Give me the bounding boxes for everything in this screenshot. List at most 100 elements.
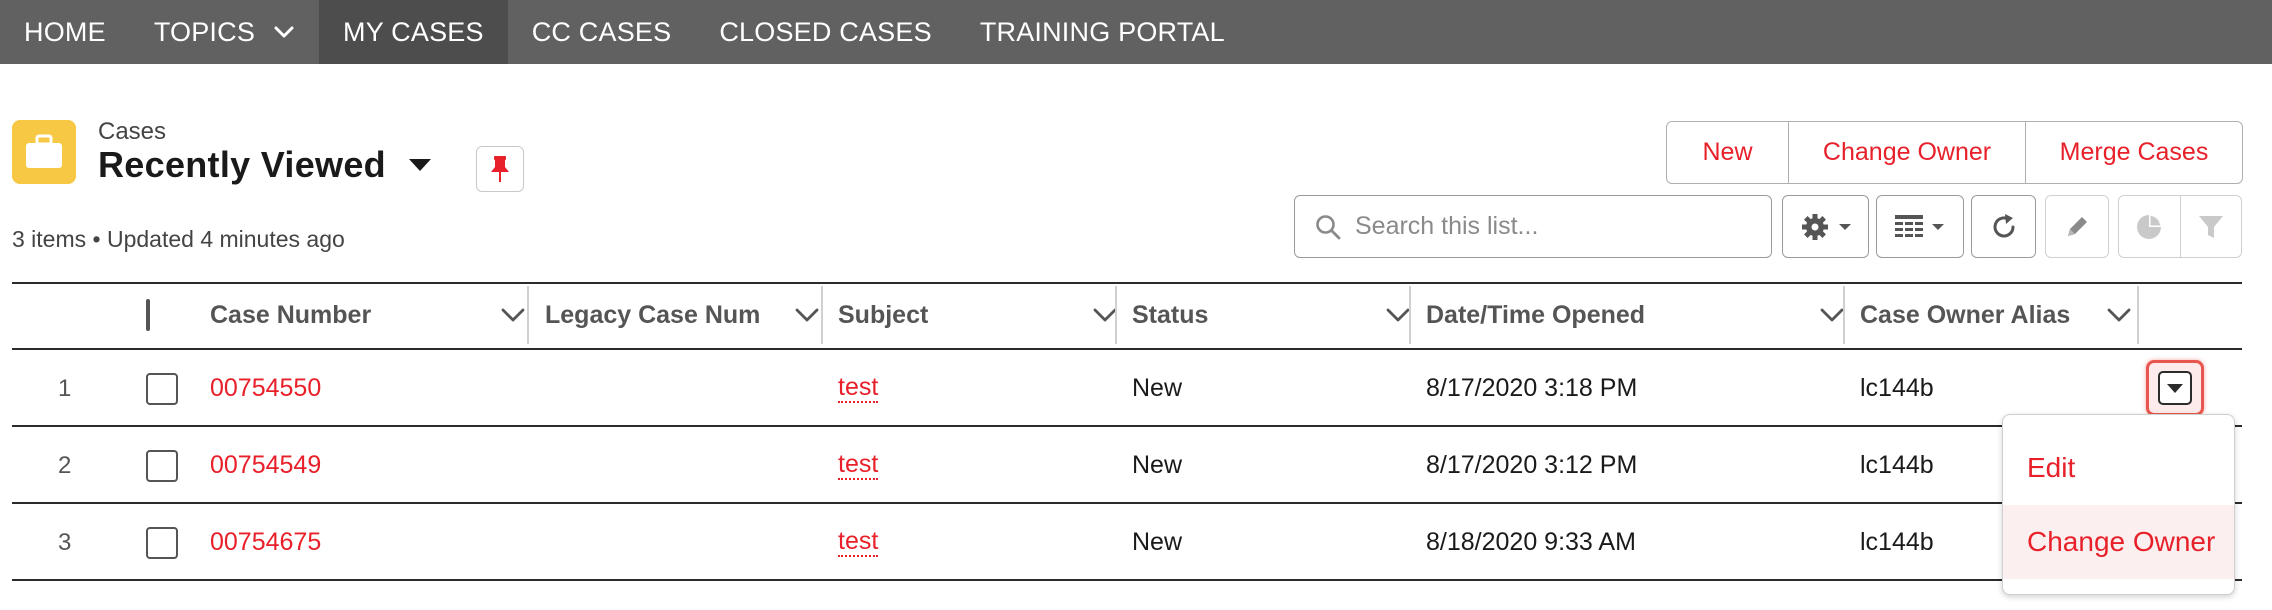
row-checkbox[interactable] [146,372,178,405]
list-meta: 3 items • Updated 4 minutes ago [12,226,345,252]
table-display-icon [1895,214,1923,237]
chevron-down-icon[interactable] [794,304,820,326]
refresh-icon [1993,213,2014,237]
row-number: 1 [58,374,72,402]
list-settings-button[interactable] [1782,195,1869,258]
col-header-date-opened-label: Date/Time Opened [1426,300,1646,329]
list-view-selector[interactable]: Recently Viewed [98,144,432,186]
nav-my-cases-label: MY CASES [343,16,484,47]
column-divider[interactable] [1115,286,1117,344]
case-number-link[interactable]: 00754675 [210,504,321,581]
chevron-down-icon [274,26,294,38]
pin-list-button[interactable] [476,146,524,192]
show-chart-button[interactable] [2119,196,2181,257]
column-divider[interactable] [1409,286,1411,344]
search-input[interactable] [1355,212,1755,241]
column-divider[interactable] [821,286,823,344]
chevron-down-icon[interactable] [500,304,526,326]
col-header-date-opened[interactable]: Date/Time Opened [1426,282,1859,348]
case-number-link[interactable]: 00754550 [210,350,321,427]
refresh-button[interactable] [1971,195,2036,258]
nav-cc-cases-label: CC CASES [531,16,672,47]
caret-down-icon [1932,223,1944,230]
subject-cell: test [838,504,879,581]
date-opened-value: 8/17/2020 3:12 PM [1426,451,1638,479]
chevron-down-icon[interactable] [2106,304,2132,326]
top-nav: HOME TOPICS MY CASES CC CASES CLOSED CAS… [0,0,2272,64]
nav-closed-cases[interactable]: CLOSED CASES [695,0,955,64]
pin-icon [491,156,509,182]
col-header-legacy-case-num[interactable]: Legacy Case Num [545,282,834,348]
status-value: New [1132,528,1183,556]
row-number: 2 [58,451,72,479]
row-select-cell [146,350,178,427]
inline-edit-button[interactable] [2045,195,2109,258]
page-title: Recently Viewed [98,144,386,185]
chevron-down-icon[interactable] [1385,304,1411,326]
col-header-case-number-label: Case Number [210,300,372,329]
col-header-subject-label: Subject [838,300,929,329]
row-checkbox[interactable] [146,526,178,559]
chart-icon [2137,214,2162,239]
menu-item-change-owner[interactable]: Change Owner [2003,505,2234,579]
table-row: 2 00754549 test New 8/17/2020 3:12 PM lc… [12,427,2242,504]
menu-item-edit[interactable]: Edit [2003,431,2234,505]
display-as-button[interactable] [1876,195,1964,258]
col-header-legacy-case-num-label: Legacy Case Num [545,300,761,329]
subject-link[interactable]: test [838,527,879,558]
row-select-cell [146,427,178,504]
new-button[interactable]: New [1667,122,1789,183]
status-value: New [1132,374,1183,402]
row-actions-menu: Edit Change Owner [2002,414,2235,595]
row-actions-inner [2158,371,2192,405]
col-header-status-label: Status [1132,300,1209,329]
nav-training-portal[interactable]: TRAINING PORTAL [956,0,1249,64]
nav-my-cases[interactable]: MY CASES [319,0,508,64]
caret-down-icon [408,159,431,171]
row-checkbox[interactable] [146,449,178,482]
action-button-group: New Change Owner Merge Cases [1666,121,2243,184]
nav-home[interactable]: HOME [0,0,130,64]
column-divider[interactable] [2137,286,2139,344]
pencil-icon [2068,216,2087,236]
row-select-cell [146,504,178,581]
briefcase-icon [26,134,62,168]
row-number: 3 [58,528,72,556]
owner-alias-value: lc144b [1860,451,1934,479]
nav-cc-cases[interactable]: CC CASES [508,0,696,64]
column-divider[interactable] [1843,286,1845,344]
merge-cases-button[interactable]: Merge Cases [2026,122,2242,183]
nav-training-portal-label: TRAINING PORTAL [979,16,1225,47]
select-all-cell [146,282,150,348]
table-row: 1 00754550 test New 8/17/2020 3:18 PM lc… [12,350,2242,427]
gear-icon [1801,213,1828,240]
chart-filter-group [2118,195,2242,258]
caret-down-icon [2167,384,2183,393]
nav-topics-label: TOPICS [153,16,256,47]
case-number-link[interactable]: 00754549 [210,427,321,504]
col-header-owner-alias[interactable]: Case Owner Alias [1860,282,2146,348]
owner-alias-value: lc144b [1860,374,1934,402]
date-opened-value: 8/17/2020 3:18 PM [1426,374,1638,402]
subject-cell: test [838,350,879,427]
col-header-owner-alias-label: Case Owner Alias [1860,300,2071,329]
subject-link[interactable]: test [838,373,879,404]
subject-link[interactable]: test [838,450,879,481]
col-header-case-number[interactable]: Case Number [210,282,540,348]
nav-closed-cases-label: CLOSED CASES [719,16,932,47]
col-header-subject[interactable]: Subject [838,282,1132,348]
col-header-status[interactable]: Status [1132,282,1425,348]
column-divider[interactable] [527,286,529,344]
row-actions-button[interactable] [2146,360,2204,416]
subject-cell: test [838,427,879,504]
table-bottom-rule [12,579,2242,581]
select-all-checkbox[interactable] [146,299,150,331]
object-label: Cases [98,118,167,145]
table-row: 3 00754675 test New 8/18/2020 9:33 AM lc… [12,504,2242,581]
change-owner-button[interactable]: Change Owner [1789,122,2026,183]
owner-alias-value: lc144b [1860,528,1934,556]
nav-topics[interactable]: TOPICS [130,0,319,64]
filter-button[interactable] [2181,196,2242,257]
chevron-down-icon[interactable] [1819,304,1845,326]
nav-home-label: HOME [24,16,106,47]
